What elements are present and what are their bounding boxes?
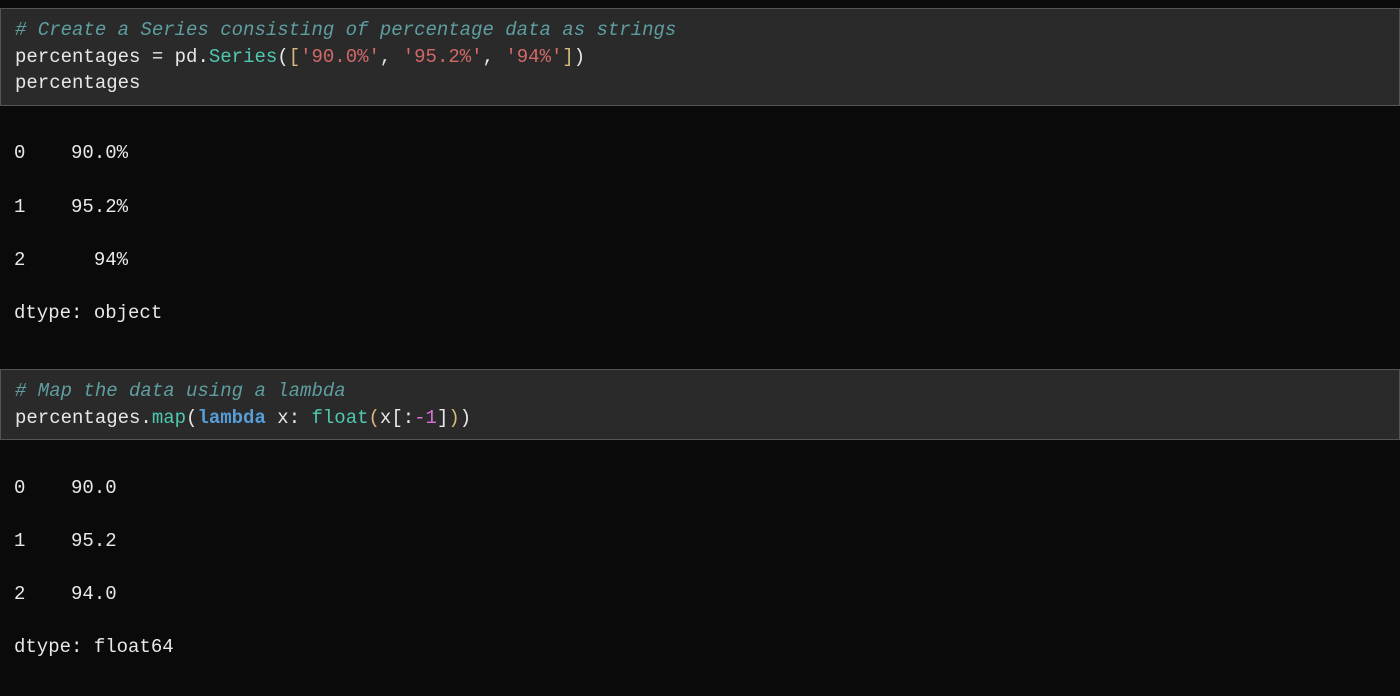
output-line: 1 95.2% [14, 194, 1386, 221]
code-line-comment: # Create a Series consisting of percenta… [15, 17, 1385, 44]
output-line: 2 94.0 [14, 581, 1386, 608]
code-line-assign: percentages = pd.Series(['90.0%', '95.2%… [15, 44, 1385, 71]
builtin-func: float [312, 407, 369, 429]
code-line-expr: percentages [15, 70, 1385, 97]
output-line: 1 95.2 [14, 528, 1386, 555]
string-arg-1: '95.2%' [403, 46, 483, 68]
output-line: dtype: object [14, 300, 1386, 327]
code-cell-1[interactable]: # Create a Series consisting of percenta… [0, 8, 1400, 106]
code-line-comment: # Map the data using a lambda [15, 378, 1385, 405]
slice-num: -1 [414, 407, 437, 429]
output-line: 2 94% [14, 247, 1386, 274]
output-cell-1: 0 90.0% 1 95.2% 2 94% dtype: object [0, 106, 1400, 361]
module-name: pd [175, 46, 198, 68]
output-line: 0 90.0 [14, 475, 1386, 502]
string-arg-0: '90.0%' [300, 46, 380, 68]
comment-text: # Map the data using a lambda [15, 380, 346, 402]
assign-target: percentages [15, 46, 140, 68]
slice-expr: x[: [380, 407, 414, 429]
output-line: 0 90.0% [14, 140, 1386, 167]
lambda-keyword: lambda [197, 407, 265, 429]
output-line: dtype: float64 [14, 634, 1386, 661]
lambda-arg: x [277, 407, 288, 429]
code-cell-2[interactable]: # Map the data using a lambda percentage… [0, 369, 1400, 440]
code-line-map: percentages.map(lambda x: float(x[:-1])) [15, 405, 1385, 432]
expr-var: percentages [15, 72, 140, 94]
call-target: percentages [15, 407, 140, 429]
comment-text: # Create a Series consisting of percenta… [15, 19, 676, 41]
string-arg-2: '94%' [505, 46, 562, 68]
slice-close: ] [437, 407, 448, 429]
method-name: map [152, 407, 186, 429]
class-name: Series [209, 46, 277, 68]
output-cell-2: 0 90.0 1 95.2 2 94.0 dtype: float64 [0, 440, 1400, 695]
